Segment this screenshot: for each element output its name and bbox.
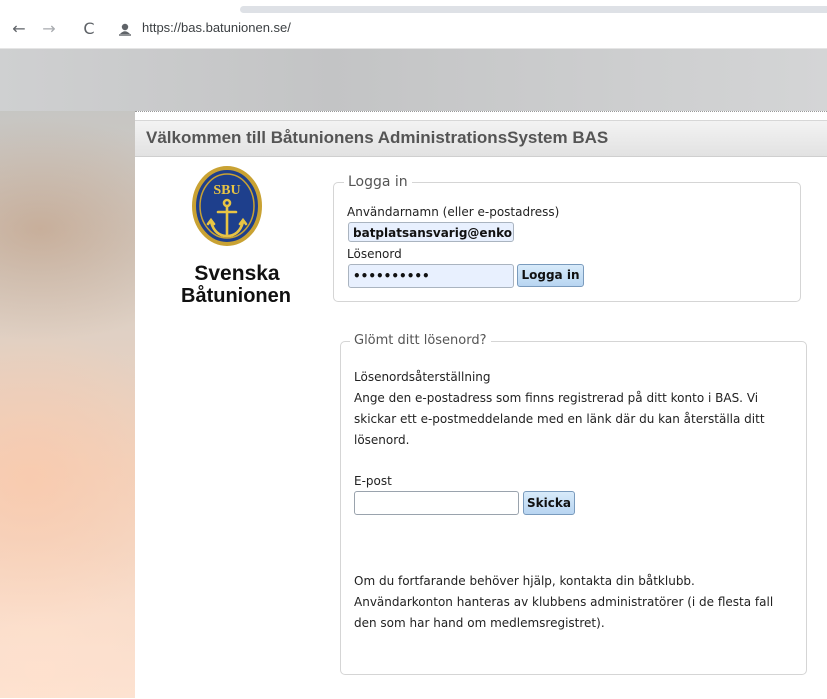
username-input[interactable]: batplatsansvarig@enkop [348,222,514,242]
reset-heading: Lösenordsåterställning [354,370,491,384]
login-legend: Logga in [344,174,412,190]
reset-email-input[interactable] [354,491,519,515]
forgot-password-fieldset: Glömt ditt lösenord? Lösenordsåterställn… [340,333,807,675]
sbu-anchor-logo-icon: SBU [192,166,262,246]
browser-toolbar: ← → C https://bas.batunionen.se/ [0,0,827,49]
panel-header: Välkommen till Båtunionens Administratio… [135,120,827,157]
logo-wordmark: Svenska Båtunionen [161,262,311,308]
reload-icon[interactable]: C [80,20,98,38]
help-line-2: Användarkonton hanteras av klubbens admi… [354,595,774,609]
help-line-1: Om du fortfarande behöver hjälp, kontakt… [354,574,695,588]
help-line-3: den som har hand om medlemsregistret). [354,616,605,630]
main-panel: Välkommen till Båtunionens Administratio… [135,111,827,699]
logo-line-2: Båtunionen [181,285,291,307]
email-label: E-post [354,474,392,488]
send-button[interactable]: Skicka [523,491,575,515]
forward-arrow-icon[interactable]: → [40,20,58,38]
login-fieldset: Logga in Användarnamn (eller e-postadres… [333,174,801,302]
reset-description-line-2: skickar ett e-postmeddelande med en länk… [354,412,765,426]
address-bar-url[interactable]: https://bas.batunionen.se/ [142,20,291,35]
reset-description-line-1: Ange den e-postadress som finns registre… [354,391,759,405]
username-label: Användarnamn (eller e-postadress) [347,205,560,219]
logo-line-1: Svenska [194,262,280,285]
reset-description-line-3: lösenord. [354,433,410,447]
forgot-legend: Glömt ditt lösenord? [350,333,491,348]
tab-strip [240,6,827,13]
password-label: Lösenord [347,247,402,261]
site-info-icon[interactable] [118,22,132,36]
page-top-band [0,49,827,111]
svg-text:SBU: SBU [213,183,240,198]
page-title: Välkommen till Båtunionens Administratio… [146,128,609,147]
back-arrow-icon[interactable]: ← [10,20,28,38]
password-input[interactable]: •••••••••• [348,264,514,288]
login-button[interactable]: Logga in [517,264,584,287]
